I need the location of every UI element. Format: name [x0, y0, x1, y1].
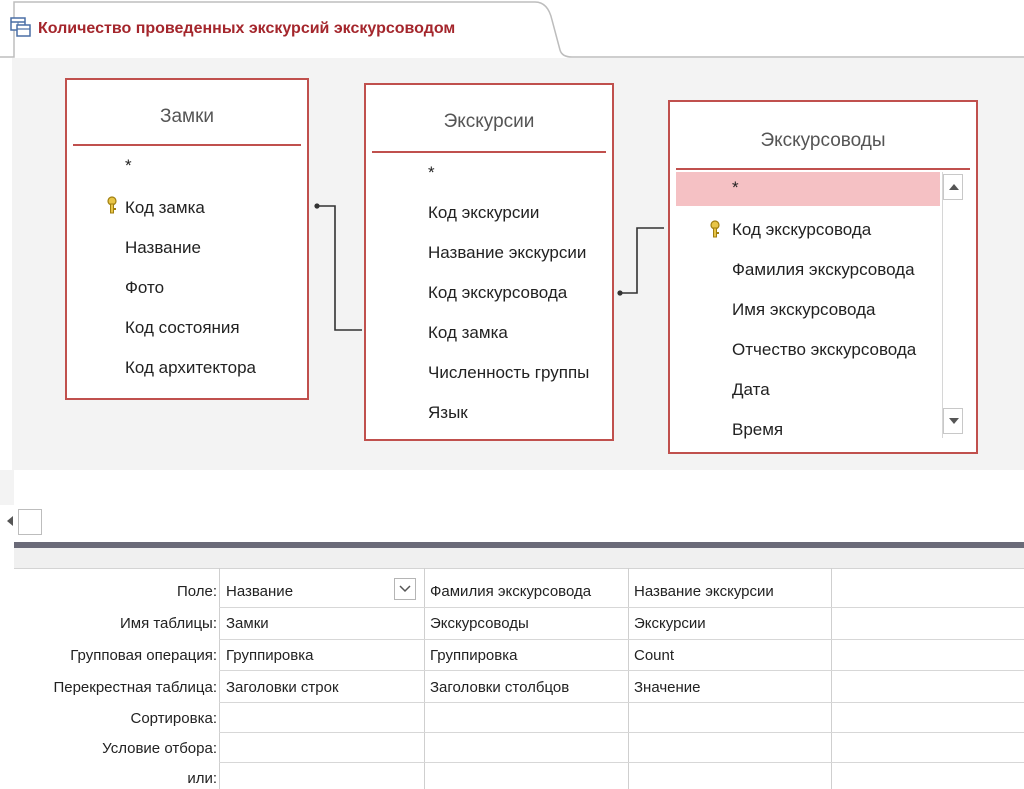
table-ekskursii[interactable]: Экскурсии * Код экскурсии Название экску…: [364, 83, 614, 441]
grid-cell-table[interactable]: Экскурсии: [634, 615, 706, 632]
field-kod-ekskursovoda[interactable]: Код экскурсовода: [732, 220, 871, 240]
field-kod-ekskursovoda[interactable]: Код экскурсовода: [428, 283, 567, 303]
grid-line: [219, 670, 1024, 671]
table-divider: [372, 151, 606, 153]
grid-cell-crosstab[interactable]: Значение: [634, 679, 701, 696]
field-dropdown-button[interactable]: [394, 578, 416, 600]
field-kod-ekskursii[interactable]: Код экскурсии: [428, 203, 539, 223]
query-tab-title[interactable]: Количество проведенных экскурсий экскурс…: [38, 20, 455, 38]
field-familiya[interactable]: Фамилия экскурсовода: [732, 260, 915, 280]
table-scrollbar[interactable]: [942, 172, 963, 438]
grid-cell-field[interactable]: Фамилия экскурсовода: [430, 583, 591, 600]
row-label-sort: Сортировка:: [130, 710, 218, 727]
grid-cell-total[interactable]: Count: [634, 647, 674, 664]
field-vremya[interactable]: Время: [732, 420, 783, 440]
primary-key-icon: [105, 196, 119, 214]
grid-line: [219, 762, 1024, 763]
field-data[interactable]: Дата: [732, 380, 770, 400]
grid-cell-field[interactable]: Название экскурсии: [634, 583, 774, 600]
relation-ekskursii-ekskursovody: [617, 227, 664, 296]
table-title[interactable]: Замки: [67, 106, 307, 128]
table-title[interactable]: Экскурсии: [366, 111, 612, 133]
field-chislennost-gruppy[interactable]: Численность группы: [428, 363, 589, 383]
field-otchestvo[interactable]: Отчество экскурсовода: [732, 340, 916, 360]
grid-column-selector-strip[interactable]: [14, 548, 1024, 569]
grid-line: [219, 702, 1024, 703]
grid-line: [219, 732, 1024, 733]
grid-cell-table[interactable]: Экскурсоводы: [430, 615, 529, 632]
row-label-total: Групповая операция:: [70, 647, 217, 664]
grid-cell-crosstab[interactable]: Заголовки столбцов: [430, 679, 569, 696]
scroll-up-button[interactable]: [943, 174, 963, 200]
query-icon: [10, 17, 32, 37]
grid-line: [219, 568, 220, 789]
grid-line: [424, 568, 425, 789]
query-tab-bar: Количество проведенных экскурсий экскурс…: [0, 0, 1024, 58]
table-ekskursovody[interactable]: Экскурсоводы * Код экскурсовода Фамилия …: [668, 100, 978, 454]
grid-cell-total[interactable]: Группировка: [430, 647, 517, 664]
query-design-area[interactable]: Замки * Код замка Название Фото Код сост…: [12, 58, 1024, 470]
grid-cell-total[interactable]: Группировка: [226, 647, 313, 664]
field-nazvanie[interactable]: Название: [125, 238, 201, 258]
grid-line: [831, 568, 832, 789]
field-kod-zamka[interactable]: Код замка: [428, 323, 508, 343]
field-yazyk[interactable]: Язык: [428, 403, 468, 423]
field-kod-sostoyaniya[interactable]: Код состояния: [125, 318, 240, 338]
scroll-down-button[interactable]: [943, 408, 963, 434]
primary-key-icon: [708, 220, 722, 238]
field-nazvanie-ekskursii[interactable]: Название экскурсии: [428, 243, 586, 263]
table-divider: [676, 168, 970, 170]
row-label-table: Имя таблицы:: [119, 615, 217, 632]
selected-field-row[interactable]: [676, 172, 940, 206]
scroll-thumb[interactable]: [18, 509, 42, 535]
row-label-criteria: Условие отбора:: [102, 740, 217, 757]
table-title[interactable]: Экскурсоводы: [670, 130, 976, 152]
grid-cell-crosstab[interactable]: Заголовки строк: [226, 679, 339, 696]
grid-line: [219, 639, 1024, 640]
row-label-crosstab: Перекрестная таблица:: [53, 679, 217, 696]
relation-zamki-ekskursii: [314, 203, 362, 331]
chevron-down-icon: [399, 585, 411, 593]
table-divider: [73, 144, 301, 146]
design-area-edge: [0, 470, 14, 505]
grid-cell-field[interactable]: Название: [226, 583, 293, 600]
field-kod-zamka[interactable]: Код замка: [125, 198, 205, 218]
query-design-grid: Поле: Имя таблицы: Групповая операция: П…: [0, 568, 1024, 789]
grid-line: [219, 607, 1024, 608]
field-foto[interactable]: Фото: [125, 278, 164, 298]
field-all[interactable]: *: [428, 163, 435, 183]
table-zamki[interactable]: Замки * Код замка Название Фото Код сост…: [65, 78, 309, 400]
row-label-or: или:: [187, 770, 217, 787]
row-label-field: Поле:: [176, 583, 217, 600]
scroll-left-icon[interactable]: [6, 515, 14, 527]
field-kod-arkhitektora[interactable]: Код архитектора: [125, 358, 256, 378]
arrow-down-icon: [949, 418, 959, 424]
field-imya[interactable]: Имя экскурсовода: [732, 300, 875, 320]
design-area-hscroll[interactable]: [0, 505, 1024, 541]
field-all[interactable]: *: [732, 178, 739, 198]
grid-line: [628, 568, 629, 789]
grid-cell-table[interactable]: Замки: [226, 615, 269, 632]
field-all[interactable]: *: [125, 156, 132, 176]
arrow-up-icon: [949, 184, 959, 190]
